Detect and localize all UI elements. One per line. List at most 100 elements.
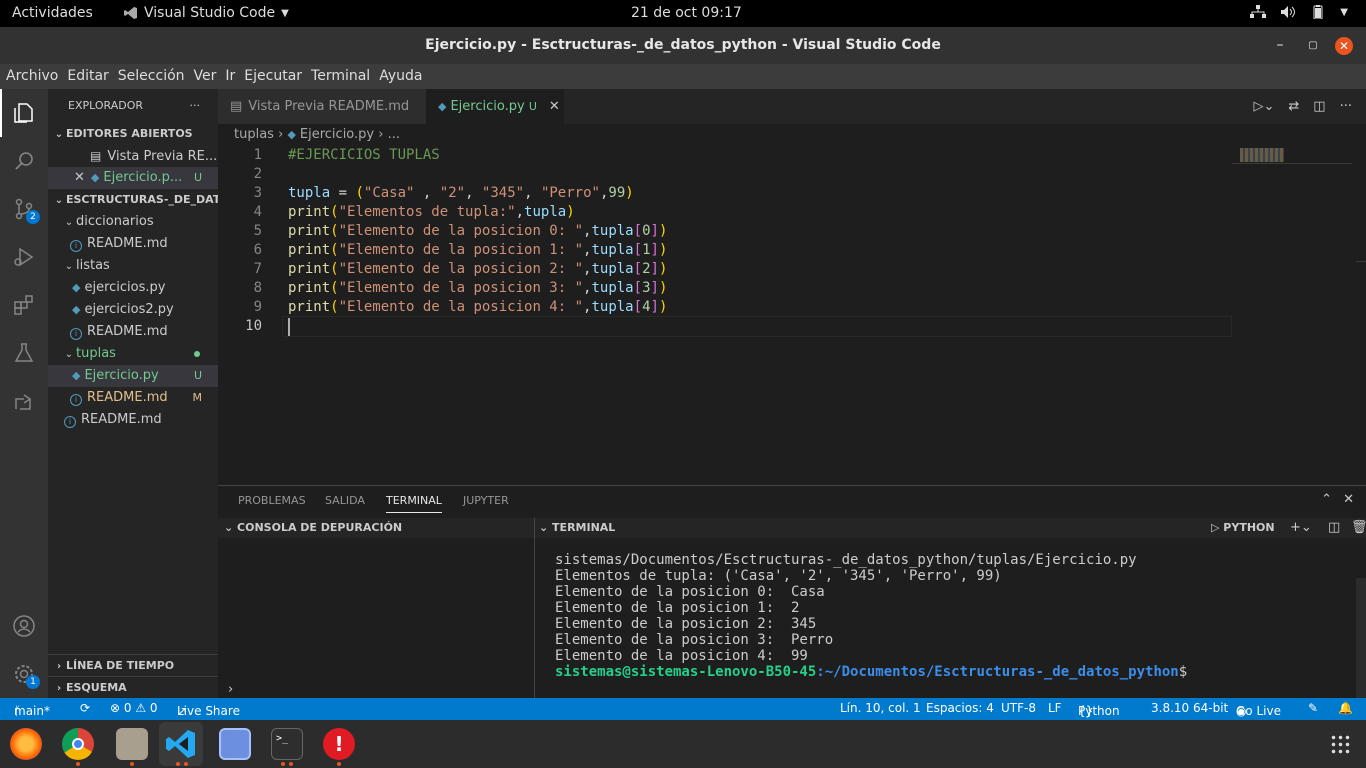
explorer-icon[interactable] (0, 89, 48, 137)
sync-icon[interactable]: ⟳ (80, 701, 90, 715)
close-panel-icon[interactable]: ✕ (1343, 492, 1354, 507)
tab-jupyter[interactable]: JUPYTER (463, 494, 509, 507)
file-ejercicio[interactable]: ◆ Ejercicio.py U (48, 365, 218, 387)
menu-editar[interactable]: Editar (67, 64, 113, 89)
more-actions-icon[interactable]: ··· (190, 95, 201, 117)
file-ejercicios2[interactable]: ◆ ejercicios2.py (48, 299, 218, 321)
folder-diccionarios[interactable]: ⌄ diccionarios (48, 211, 218, 233)
tab-salida[interactable]: SALIDA (325, 494, 365, 507)
open-changes-icon[interactable]: ⇄ (1288, 99, 1299, 114)
manage-gear-icon[interactable] (0, 650, 48, 698)
tab-readme-preview[interactable]: ▤ Vista Previa README.md (218, 89, 426, 124)
code-line[interactable]: print("Elemento de la posicion 2: ",tupl… (288, 261, 667, 277)
outline-header[interactable]: › ESQUEMA (48, 676, 218, 698)
files-icon[interactable] (116, 728, 148, 760)
debug-console-input[interactable]: › (218, 682, 534, 698)
shell-selector[interactable]: ▷ PYTHON (1211, 518, 1275, 538)
live-share-icon[interactable] (0, 377, 48, 425)
close-tab-icon[interactable]: ✕ (549, 99, 560, 114)
tab-ejercicio[interactable]: ◆ Ejercicio.py U ✕ (426, 89, 564, 124)
extensions-icon[interactable] (0, 281, 48, 329)
eol[interactable]: LF (1048, 701, 1062, 715)
debug-console-header[interactable]: ⌄ CONSOLA DE DEPURACIÓN (218, 518, 534, 538)
notifications-icon[interactable]: 🔔 (1338, 701, 1353, 715)
feedback-icon[interactable]: ✎ (1308, 701, 1318, 715)
code-line[interactable]: print("Elemento de la posicion 1: ",tupl… (288, 242, 667, 258)
open-editor-readme-preview[interactable]: ▤ Vista Previa RE... (48, 145, 218, 167)
folder-listas[interactable]: ⌄ listas (48, 255, 218, 277)
maximize-panel-icon[interactable]: ⌃ (1321, 492, 1332, 507)
close-icon[interactable]: ✕ (74, 170, 85, 185)
menu-terminal[interactable]: Terminal (311, 64, 375, 89)
menu-ejecutar[interactable]: Ejecutar (244, 64, 307, 89)
error-report-icon[interactable]: ! (323, 728, 355, 760)
terminal-header[interactable]: ⌄ TERMINAL ▷ PYTHON +⌄ ◫ 🗑 (535, 518, 1366, 538)
file-ejercicios[interactable]: ◆ ejercicios.py (48, 277, 218, 299)
problems-status[interactable]: ⊗ 0 ⚠ 0 (110, 701, 158, 715)
cursor-position[interactable]: Lín. 10, col. 1 (840, 701, 921, 715)
terminal-line: Elemento de la posicion 0: Casa (555, 584, 825, 600)
chrome-icon[interactable] (62, 728, 94, 760)
run-python-icon[interactable]: ▷⌄ (1254, 99, 1275, 114)
new-terminal-icon[interactable]: +⌄ (1290, 518, 1312, 538)
file-readme-diccionarios[interactable]: i README.md (48, 233, 218, 255)
file-readme-tuplas[interactable]: i README.md M (48, 387, 218, 409)
encoding[interactable]: UTF-8 (1001, 701, 1036, 715)
folder-tuplas[interactable]: ⌄ tuplas (48, 343, 218, 365)
system-tray[interactable]: ▼ (1250, 5, 1348, 19)
menu-ayuda[interactable]: Ayuda (379, 64, 427, 89)
clock[interactable]: 21 de oct 09:17 (631, 5, 742, 21)
run-debug-icon[interactable] (0, 233, 48, 281)
split-terminal-icon[interactable]: ◫ (1328, 518, 1340, 538)
app-menu[interactable]: Visual Studio Code ▼ (124, 5, 289, 21)
code-line[interactable]: #EJERCICIOS TUPLAS (288, 147, 440, 163)
search-icon[interactable] (0, 137, 48, 185)
menu-archivo[interactable]: Archivo (6, 64, 63, 89)
info-icon: i (70, 328, 82, 340)
workspace-root-header[interactable]: ⌄ ESCTRUCTURAS-_DE_DAT... (48, 189, 218, 211)
accounts-icon[interactable] (0, 602, 48, 650)
indentation[interactable]: Espacios: 4 (926, 701, 994, 715)
code-line[interactable]: tupla = ("Casa" , "2", "345", "Perro",99… (288, 185, 634, 201)
app-grid-icon[interactable] (1330, 734, 1350, 754)
breadcrumb-more[interactable]: ... (388, 127, 400, 142)
code-line[interactable]: print("Elemento de la posicion 0: ",tupl… (288, 223, 667, 239)
file-readme-listas[interactable]: i README.md (48, 321, 218, 343)
code-line[interactable]: print("Elemento de la posicion 3: ",tupl… (288, 280, 667, 296)
more-actions-icon[interactable]: ··· (1340, 99, 1352, 114)
menu-seleccion[interactable]: Selección (118, 64, 190, 89)
minimap[interactable] (1232, 146, 1352, 164)
tab-terminal[interactable]: TERMINAL (386, 494, 442, 513)
breadcrumb-file[interactable]: Ejercicio.py (300, 127, 374, 142)
battery-icon (1313, 5, 1323, 19)
firefox-icon[interactable] (10, 728, 42, 760)
source-control-icon[interactable] (0, 185, 48, 233)
split-editor-icon[interactable]: ◫ (1313, 99, 1325, 114)
line-number: 8 (253, 280, 262, 296)
minimize-button[interactable]: – (1265, 27, 1295, 64)
menu-ver[interactable]: Ver (194, 64, 222, 89)
file-readme-root[interactable]: i README.md (48, 409, 218, 431)
screenshot-icon[interactable] (219, 728, 251, 760)
terminal-scrollbar[interactable] (1356, 578, 1366, 698)
activities-button[interactable]: Actividades (12, 5, 93, 21)
terminal-prompt[interactable]: sistemas@sistemas-Lenovo-B50-45:~/Docume… (555, 664, 1187, 680)
timeline-header[interactable]: › LÍNEA DE TIEMPO (48, 654, 218, 676)
testing-icon[interactable] (0, 329, 48, 377)
open-editors-header[interactable]: ⌄ EDITORES ABIERTOS (48, 123, 218, 145)
trash-icon[interactable]: 🗑 (1351, 518, 1366, 538)
editor-scrollbar[interactable] (1356, 146, 1366, 262)
chevron-right-icon: › (228, 682, 234, 697)
vscode-dock-icon[interactable] (165, 728, 197, 760)
terminal-app-icon[interactable]: >_ (271, 728, 303, 760)
tab-problemas[interactable]: PROBLEMAS (238, 494, 306, 507)
menu-ir[interactable]: Ir (225, 64, 240, 89)
code-line[interactable]: print("Elementos de tupla:",tupla) (288, 204, 575, 220)
maximize-button[interactable]: ▢ (1298, 27, 1328, 64)
python-interpreter[interactable]: 3.8.10 64-bit (1151, 701, 1228, 715)
open-editor-ejercicio[interactable]: ✕ ◆ Ejercicio.p... U (48, 167, 218, 189)
window-title: Ejercicio.py - Esctructuras-_de_datos_py… (425, 37, 941, 53)
breadcrumb-folder[interactable]: tuplas (234, 127, 274, 142)
code-line[interactable]: print("Elemento de la posicion 4: ",tupl… (288, 299, 667, 315)
close-window-button[interactable]: ✕ (1329, 27, 1359, 64)
